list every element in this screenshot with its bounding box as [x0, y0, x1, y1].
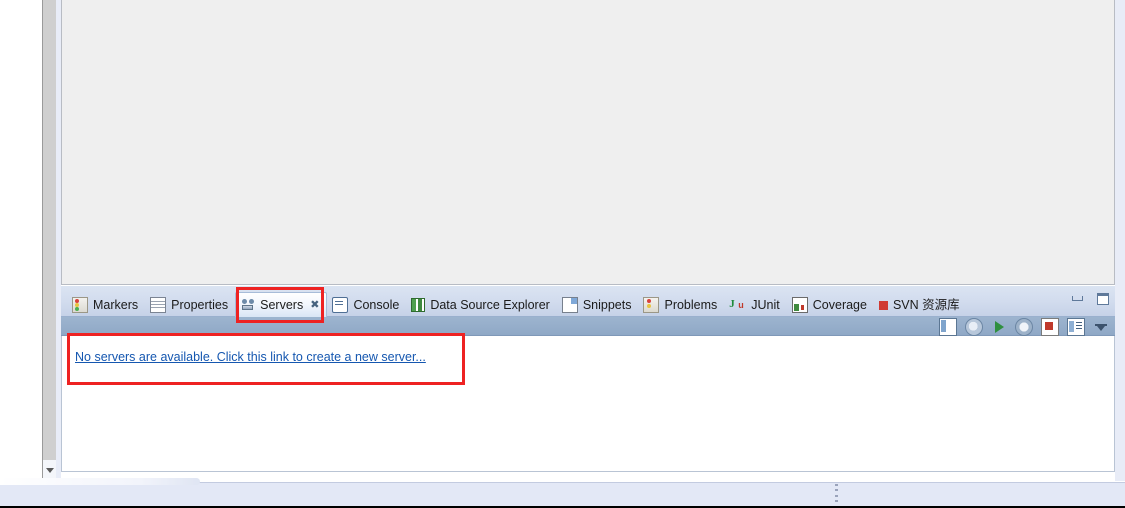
tab-label: Snippets [582, 297, 632, 312]
tab-servers[interactable]: Servers ✖ [235, 292, 328, 317]
servers-view-toolbar [61, 317, 1115, 336]
editor-vertical-scrollbar[interactable] [43, 0, 57, 481]
svn-repository-icon [878, 300, 888, 310]
start-server-icon[interactable] [991, 319, 1007, 335]
properties-icon [150, 297, 167, 313]
tab-label: Problems [664, 297, 718, 312]
bottom-view-stack: Markers Properties Servers ✖ Console Dat… [61, 286, 1115, 482]
editor-area[interactable] [61, 0, 1115, 285]
grip-dot [835, 494, 838, 497]
workbench-right-filler [1115, 0, 1125, 481]
minimize-view-button[interactable] [1070, 292, 1086, 307]
snippets-icon [561, 297, 578, 313]
tab-markers[interactable]: Markers [67, 294, 145, 316]
coverage-icon [791, 297, 808, 313]
close-icon[interactable]: ✖ [310, 299, 319, 311]
grip-dot [835, 499, 838, 502]
publish-to-server-icon[interactable] [1067, 318, 1085, 336]
status-bar [0, 482, 1125, 506]
tab-data-source-explorer[interactable]: Data Source Explorer [406, 294, 557, 316]
workbench-left-gutter [0, 0, 42, 481]
show-server-configuration-icon[interactable] [939, 318, 957, 336]
tab-coverage[interactable]: Coverage [787, 294, 874, 316]
junit-icon: J u [729, 298, 746, 312]
scrollbar-down-arrow-button[interactable] [43, 460, 56, 480]
servers-view-toolbar-buttons [939, 318, 1109, 336]
tab-label: Data Source Explorer [430, 297, 550, 312]
tab-junit[interactable]: J u JUnit [724, 294, 786, 316]
data-source-explorer-icon [411, 298, 426, 312]
grip-dot [835, 489, 838, 492]
tab-label: Markers [93, 297, 139, 312]
junit-icon-j: J [729, 298, 735, 310]
tab-label: Properties [171, 297, 229, 312]
tab-label: JUnit [751, 297, 780, 312]
view-tabs: Markers Properties Servers ✖ Console Dat… [67, 290, 967, 317]
grip-dot [835, 484, 838, 486]
markers-icon [72, 297, 88, 313]
problems-icon [643, 297, 660, 313]
tab-svn-repository[interactable]: SVN 资源库 [874, 294, 967, 316]
tab-label: Servers [260, 297, 304, 312]
debug-server-icon[interactable] [965, 318, 983, 336]
tab-label: Console [353, 297, 400, 312]
junit-icon-u: u [738, 300, 744, 310]
console-icon [332, 297, 349, 313]
tab-console[interactable]: Console [327, 294, 406, 316]
tab-properties[interactable]: Properties [145, 294, 235, 316]
chevron-down-icon [45, 467, 54, 473]
tab-label: SVN 资源库 [892, 297, 960, 312]
servers-icon [241, 298, 255, 312]
tab-problems[interactable]: Problems [638, 294, 724, 316]
view-tab-bar: Markers Properties Servers ✖ Console Dat… [61, 286, 1115, 317]
stop-server-icon[interactable] [1041, 318, 1059, 336]
create-new-server-link[interactable]: No servers are available. Click this lin… [75, 350, 426, 364]
maximize-view-button[interactable] [1095, 292, 1111, 307]
view-menu-icon[interactable] [1093, 319, 1109, 335]
status-bar-left-decoration [0, 478, 200, 485]
tab-snippets[interactable]: Snippets [557, 294, 639, 316]
status-bar-grip-handle[interactable] [834, 484, 839, 502]
tab-label: Coverage [812, 297, 867, 312]
profile-server-icon[interactable] [1015, 318, 1033, 336]
servers-view-body: No servers are available. Click this lin… [61, 336, 1115, 472]
view-window-controls [1070, 292, 1111, 307]
